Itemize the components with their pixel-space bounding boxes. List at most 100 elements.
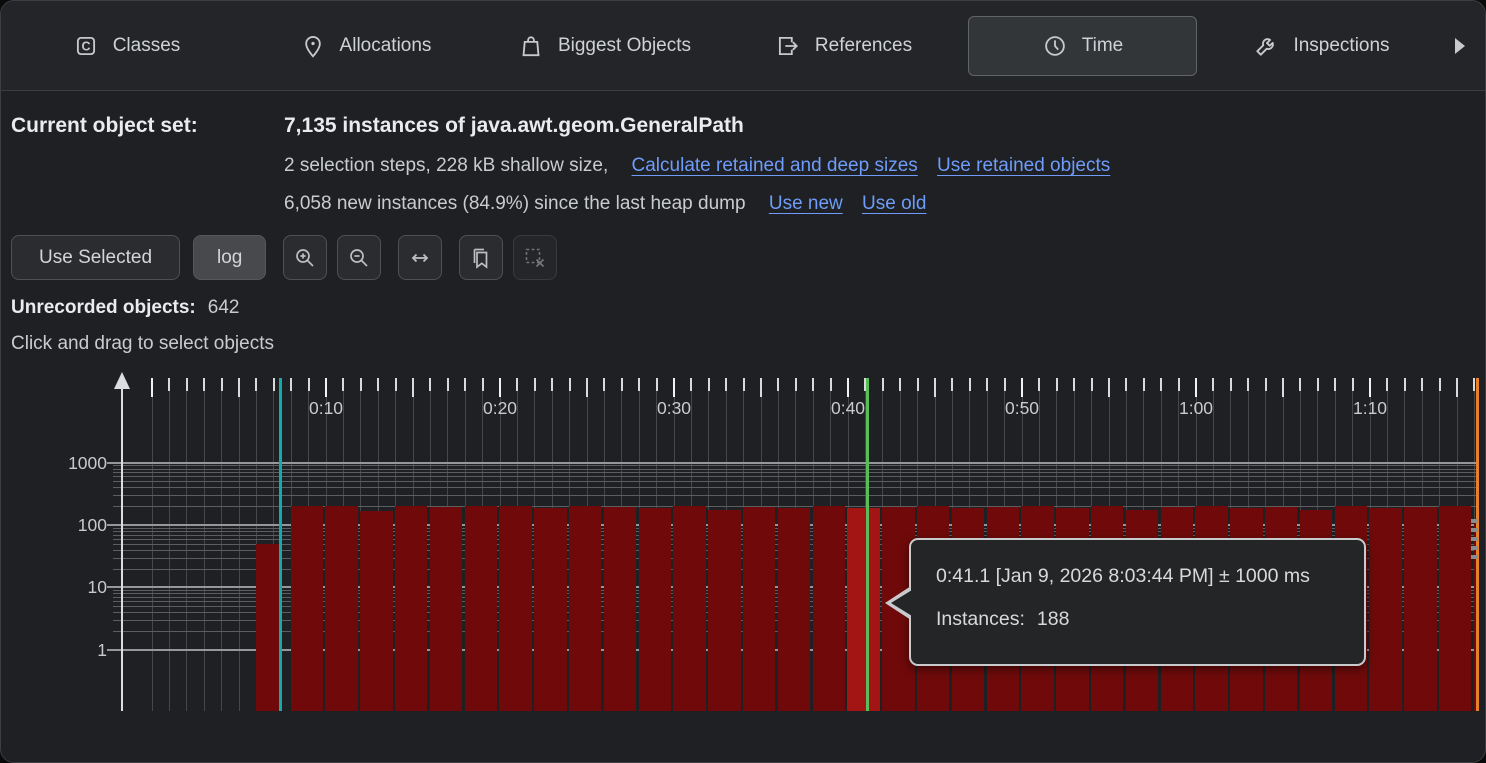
chart-bar[interactable] — [291, 506, 323, 711]
chart-bar[interactable] — [743, 507, 775, 711]
chart-bar[interactable] — [604, 507, 636, 711]
grid-line-minor — [113, 487, 1478, 488]
x-axis-tick — [1073, 378, 1075, 391]
chart-bar[interactable] — [569, 506, 601, 711]
log-scale-toggle-button[interactable]: log — [193, 235, 266, 280]
x-axis-tick — [621, 378, 623, 391]
chart-bar[interactable] — [1404, 507, 1436, 711]
bookmark-button[interactable] — [459, 235, 503, 280]
x-axis-tick — [1125, 378, 1127, 391]
allocations-icon — [300, 33, 326, 59]
x-axis-tick — [1369, 378, 1371, 397]
green-line — [866, 378, 869, 711]
x-axis-label: 0:50 — [987, 398, 1057, 419]
x-axis-tick — [238, 378, 240, 397]
teal-line — [279, 378, 282, 711]
fit-to-width-button[interactable] — [398, 235, 442, 280]
chart-bar[interactable] — [708, 510, 740, 711]
x-axis-tick — [882, 378, 884, 391]
classes-icon: C — [73, 33, 99, 59]
x-axis-tick — [1282, 378, 1284, 397]
chart-bar[interactable] — [673, 506, 705, 711]
chart-bar[interactable] — [360, 511, 392, 711]
tabs-overflow-button[interactable] — [1441, 38, 1479, 54]
chart-bar[interactable] — [534, 508, 566, 711]
heap-walker-window: C Classes Allocations Biggest Objects — [0, 0, 1486, 763]
references-icon — [775, 33, 801, 59]
x-axis-label: 0:20 — [465, 398, 535, 419]
use-new-link[interactable]: Use new — [769, 193, 843, 214]
use-selected-button[interactable]: Use Selected — [11, 235, 180, 280]
view-tab-bar: C Classes Allocations Biggest Objects — [1, 1, 1485, 91]
tab-inspections[interactable]: Inspections — [1207, 16, 1436, 76]
grid-line-minor — [113, 465, 1478, 466]
x-axis-tick — [255, 378, 257, 391]
y-axis-label: 1000 — [31, 452, 107, 474]
tab-time[interactable]: Time — [968, 16, 1197, 76]
x-axis-tick — [151, 378, 153, 397]
chart-bar[interactable] — [1369, 508, 1401, 711]
x-axis-tick — [1386, 378, 1388, 391]
zoom-out-button[interactable] — [337, 235, 381, 280]
x-axis-tick — [656, 378, 658, 391]
x-axis-tick — [534, 378, 536, 391]
chart-bar[interactable] — [499, 506, 531, 711]
x-axis-tick — [586, 378, 588, 397]
clear-selection-icon — [523, 246, 547, 270]
tab-allocations[interactable]: Allocations — [251, 16, 480, 76]
chart-bar[interactable] — [430, 507, 462, 711]
chart-bar[interactable] — [1439, 506, 1471, 711]
time-icon — [1042, 33, 1068, 59]
tab-classes[interactable]: C Classes — [12, 16, 241, 76]
grid-line-major — [107, 462, 1478, 464]
grid-line-minor — [113, 495, 1478, 496]
clear-selection-button[interactable] — [513, 235, 557, 280]
x-axis-tick — [899, 378, 901, 391]
tab-label: Time — [1082, 35, 1124, 57]
calculate-retained-link[interactable]: Calculate retained and deep sizes — [632, 155, 918, 176]
x-axis-tick — [1195, 378, 1197, 397]
chart-bar[interactable] — [813, 506, 845, 711]
current-object-set-section: Current object set: 7,135 instances of j… — [1, 91, 1485, 216]
zoom-in-button[interactable] — [283, 235, 327, 280]
tab-label: Biggest Objects — [558, 35, 691, 57]
chart-bar-highlighted[interactable] — [847, 508, 879, 711]
x-axis-tick — [951, 378, 953, 391]
x-axis-tick — [603, 378, 605, 391]
chart-bar[interactable] — [465, 506, 497, 711]
grid-line-minor — [113, 481, 1478, 482]
x-axis-tick — [1230, 378, 1232, 391]
x-axis-tick — [1299, 378, 1301, 391]
x-axis-tick — [1091, 378, 1093, 391]
x-axis-tick — [1473, 378, 1475, 391]
x-axis-tick — [429, 378, 431, 391]
chart-bar[interactable] — [778, 508, 810, 711]
tab-references[interactable]: References — [729, 16, 958, 76]
tab-label: References — [815, 35, 912, 57]
unrecorded-objects-label: Unrecorded objects: — [11, 297, 196, 318]
instances-time-chart[interactable]: 0:100:200:300:400:501:001:101000100101 0… — [1, 371, 1486, 763]
chart-bar[interactable] — [639, 508, 671, 711]
x-axis-tick — [273, 378, 275, 391]
use-retained-objects-link[interactable]: Use retained objects — [937, 155, 1110, 176]
x-axis-tick — [308, 378, 310, 391]
tooltip-time-text: 0:41.1 [Jan 9, 2026 8:03:44 PM] ± 1000 m… — [936, 565, 1344, 588]
x-axis-tick — [447, 378, 449, 391]
use-old-link[interactable]: Use old — [862, 193, 926, 214]
x-axis-tick — [1404, 378, 1406, 391]
object-set-detail-line2: 6,058 new instances (84.9%) since the la… — [284, 192, 1110, 216]
chart-bar[interactable] — [325, 506, 357, 711]
x-axis-tick — [725, 378, 727, 391]
chart-bar[interactable] — [395, 506, 427, 711]
grid-line-minor — [113, 469, 1478, 470]
y-axis-line — [121, 387, 123, 711]
selection-steps-text: 2 selection steps, 228 kB shallow size, — [284, 155, 608, 176]
tab-label: Classes — [113, 35, 181, 57]
chart-bar[interactable] — [256, 544, 279, 711]
zoom-in-icon — [293, 246, 317, 270]
grid-line-minor — [113, 476, 1478, 477]
x-axis-tick — [395, 378, 397, 391]
x-axis-tick — [186, 378, 188, 391]
current-object-set-label: Current object set: — [11, 112, 284, 140]
tab-biggest-objects[interactable]: Biggest Objects — [490, 16, 719, 76]
